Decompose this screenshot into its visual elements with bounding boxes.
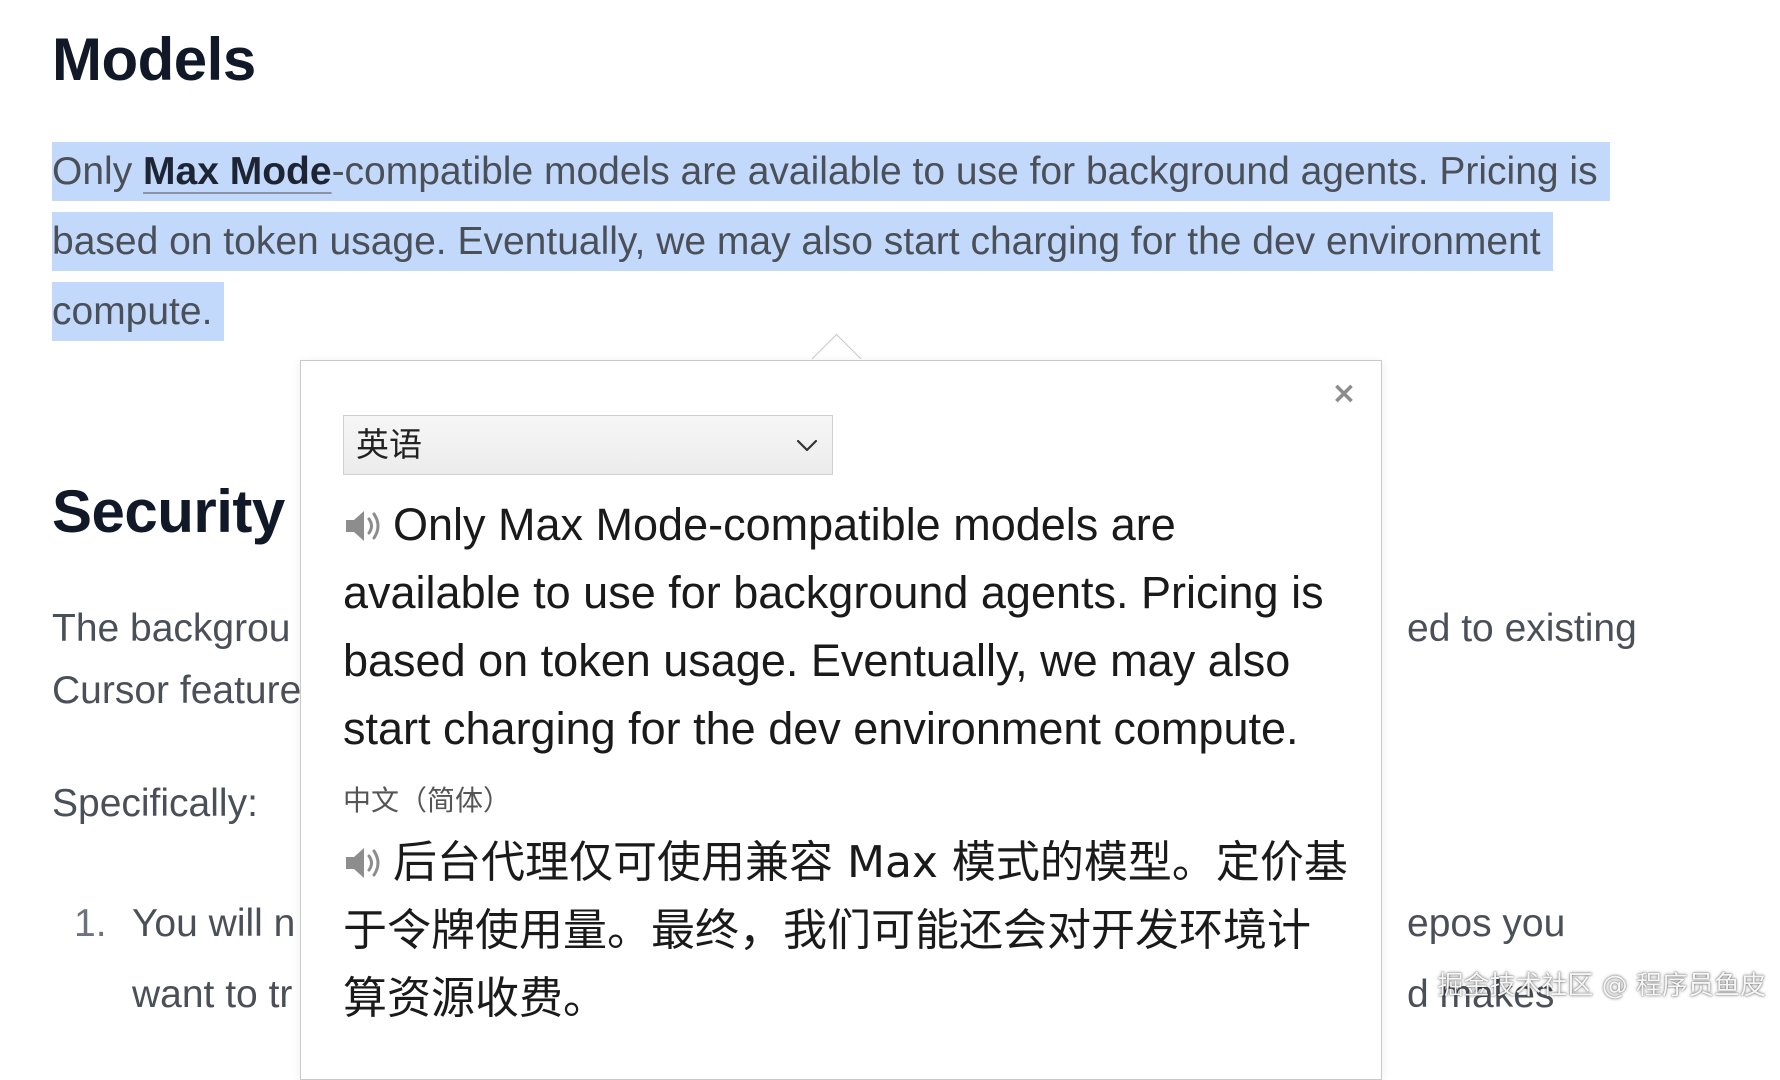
watermark: 掘金技术社区 @ 程序员鱼皮 xyxy=(1437,971,1766,1001)
source-text: Only Max Mode-compatible models are avai… xyxy=(343,491,1353,763)
translated-text: 后台代理仅可使用兼容 Max 模式的模型。定价基于令牌使用量。最终，我们可能还会… xyxy=(343,829,1353,1033)
specifically-label: Specifically: xyxy=(52,782,258,825)
max-mode-link[interactable]: Max Mode xyxy=(143,150,332,193)
translation-popup: × 英语 Only Max Mode-compatible models are… xyxy=(300,360,1382,1080)
source-language-value: 英语 xyxy=(356,425,422,464)
chevron-down-icon xyxy=(796,439,818,452)
security-text-line2-left: Cursor feature xyxy=(52,669,302,712)
close-icon[interactable]: × xyxy=(1329,379,1359,409)
speaker-icon[interactable] xyxy=(343,845,385,881)
list-number: 1. xyxy=(74,902,107,945)
heading-security: Security xyxy=(52,478,285,545)
source-language-select[interactable]: 英语 xyxy=(343,415,833,475)
speaker-icon[interactable] xyxy=(343,508,385,544)
list-item-line2-left: want to tr xyxy=(132,973,293,1016)
translated-text-content: 后台代理仅可使用兼容 Max 模式的模型。定价基于令牌使用量。最终，我们可能还会… xyxy=(343,837,1348,1024)
security-text-line1-left: The backgrou xyxy=(52,607,291,650)
security-text-line1-right: ed to existing xyxy=(1407,607,1637,650)
selected-text[interactable]: Only Max Mode-compatible models are avai… xyxy=(52,142,1610,341)
list-item-line1-right: epos you xyxy=(1407,902,1566,945)
heading-models: Models xyxy=(52,26,256,93)
models-para-prefix: Only xyxy=(52,150,144,193)
source-text-content: Only Max Mode-compatible models are avai… xyxy=(343,499,1324,754)
target-language-label: 中文（简体） xyxy=(343,784,512,817)
list-item-line1-left: You will n xyxy=(132,902,296,945)
models-paragraph: Only Max Mode-compatible models are avai… xyxy=(52,137,1632,347)
